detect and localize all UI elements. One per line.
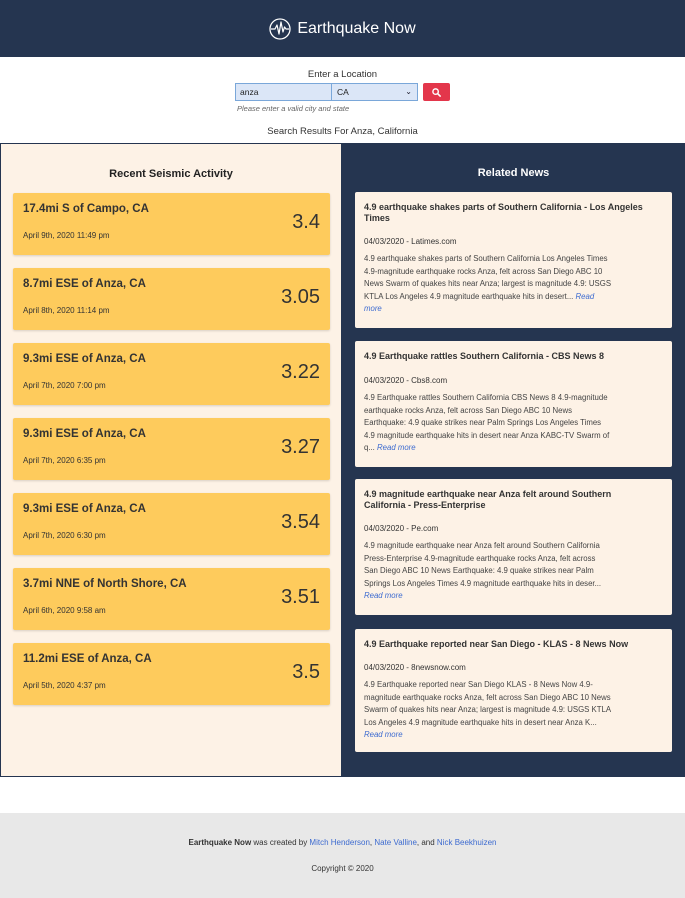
quake-magnitude: 3.05 [281, 286, 320, 308]
news-body-line: 4.9 earthquake shakes parts of Southern … [364, 254, 608, 263]
news-title[interactable]: 4.9 Earthquake reported near San Diego -… [364, 639, 654, 650]
news-body-line: Swarm of quakes hits near Anza; largest … [364, 705, 612, 714]
footer-brand: Earthquake Now [188, 838, 252, 847]
quake-location: 3.7mi NNE of North Shore, CA [23, 578, 187, 590]
search-results-title: Search Results For Anza, California [267, 126, 418, 137]
news-body-line: Los Angeles 4.9 magnitude earthquake hit… [364, 717, 597, 727]
read-more-link[interactable]: Read more [377, 443, 416, 452]
quake-card[interactable]: 8.7mi ESE of Anza, CA April 8th, 2020 11… [13, 268, 330, 330]
state-select-value: CA [337, 87, 349, 97]
news-body-line: q... Read more [364, 443, 416, 452]
news-body-line: 4.9-magnitude earthquake rocks Anza, fel… [364, 266, 603, 276]
news-body-line: earthquake rocks Anza, felt across San D… [364, 405, 573, 415]
news-body-line: Press-Enterprise 4.9-magnitude earthquak… [364, 553, 596, 563]
quake-magnitude: 3.54 [281, 511, 320, 533]
quake-date: April 7th, 2020 6:30 pm [23, 531, 106, 540]
news-body-line: 4.9 magnitude earthquake hits in desert … [364, 430, 610, 440]
news-body: 4.9 Earthquake rattles Southern Californ… [364, 392, 664, 455]
news-title[interactable]: 4.9 magnitude earthquake near Anza felt … [364, 489, 654, 511]
seismic-panel-title: Recent Seismic Activity [109, 168, 233, 180]
news-source: 04/03/2020 - 8newsnow.com [364, 663, 466, 672]
quake-card[interactable]: 3.7mi NNE of North Shore, CA April 6th, … [13, 568, 330, 630]
news-body-line: Springs Los Angeles Times 4.9 magnitude … [364, 578, 602, 588]
news-body-line: 4.9 magnitude earthquake near Anza felt … [364, 541, 600, 550]
quake-magnitude: 3.51 [281, 586, 320, 608]
quake-card[interactable]: 9.3mi ESE of Anza, CA April 7th, 2020 7:… [13, 343, 330, 405]
chevron-down-icon: ⌄ [405, 87, 412, 96]
news-source: 04/03/2020 - Latimes.com [364, 237, 457, 246]
news-card[interactable]: 4.9 earthquake shakes parts of Southern … [355, 192, 672, 328]
news-body-line: News Swarm of quakes hits near Anza; lar… [364, 279, 612, 288]
quake-card[interactable]: 11.2mi ESE of Anza, CA April 5th, 2020 4… [13, 643, 330, 705]
author-link-mitch[interactable]: Mitch Henderson [309, 838, 369, 847]
quake-location: 9.3mi ESE of Anza, CA [23, 353, 146, 365]
news-body-line: Earthquake: 4.9 quake strikes near Palm … [364, 418, 602, 427]
news-body-line: 4.9 Earthquake rattles Southern Californ… [364, 393, 608, 402]
news-card[interactable]: 4.9 magnitude earthquake near Anza felt … [355, 479, 672, 615]
quake-card[interactable]: 9.3mi ESE of Anza, CA April 7th, 2020 6:… [13, 493, 330, 555]
news-body: 4.9 earthquake shakes parts of Southern … [364, 253, 664, 316]
related-news-panel: Related News 4.9 earthquake shakes parts… [342, 143, 685, 777]
read-more-link[interactable]: Read [576, 292, 595, 301]
quake-location: 9.3mi ESE of Anza, CA [23, 503, 146, 515]
quake-location: 9.3mi ESE of Anza, CA [23, 428, 146, 440]
quake-magnitude: 3.27 [281, 436, 320, 458]
top-navbar: Earthquake Now [0, 0, 685, 57]
footer-credits: Earthquake Now was created by Mitch Hend… [188, 838, 497, 847]
city-input[interactable]: anza [235, 83, 333, 101]
app-title: Earthquake Now [297, 19, 416, 37]
news-card[interactable]: 4.9 Earthquake rattles Southern Californ… [355, 341, 672, 467]
news-panel-title: Related News [477, 167, 550, 179]
quake-date: April 5th, 2020 4:37 pm [23, 681, 106, 690]
seismograph-logo-icon [269, 17, 291, 40]
search-icon [432, 87, 441, 97]
quake-date: April 7th, 2020 7:00 pm [23, 381, 106, 390]
news-source: 04/03/2020 - Pe.com [364, 524, 439, 533]
validation-hint: Please enter a valid city and state [237, 104, 350, 113]
quake-card[interactable]: 17.4mi S of Campo, CA April 9th, 2020 11… [13, 193, 330, 255]
read-more-link[interactable]: Read more [364, 591, 403, 600]
quake-card[interactable]: 9.3mi ESE of Anza, CA April 7th, 2020 6:… [13, 418, 330, 480]
brand[interactable]: Earthquake Now [269, 17, 416, 40]
news-body-line: KTLA Los Angeles 4.9 magnitude earthquak… [364, 291, 595, 301]
read-more-link[interactable]: more [364, 304, 382, 313]
quake-date: April 9th, 2020 11:49 pm [23, 231, 110, 240]
news-card[interactable]: 4.9 Earthquake reported near San Diego -… [355, 629, 672, 752]
news-body-line: San Diego ABC 10 News Earthquake: 4.9 qu… [364, 566, 594, 575]
copyright: Copyright © 2020 [311, 864, 374, 873]
author-link-nick[interactable]: Nick Beekhuizen [437, 838, 497, 847]
author-link-nate[interactable]: Nate Valline [374, 838, 417, 847]
location-label: Enter a Location [307, 69, 378, 80]
quake-magnitude: 3.22 [281, 361, 320, 383]
news-body-line: 4.9 Earthquake reported near San Diego K… [364, 680, 593, 689]
news-title[interactable]: 4.9 Earthquake rattles Southern Californ… [364, 351, 654, 362]
news-body: 4.9 Earthquake reported near San Diego K… [364, 679, 664, 742]
footer: Earthquake Now was created by Mitch Hend… [0, 813, 685, 898]
quake-date: April 6th, 2020 9:58 am [23, 606, 106, 615]
quake-magnitude: 3.4 [292, 211, 320, 233]
quake-location: 8.7mi ESE of Anza, CA [23, 278, 146, 290]
news-title[interactable]: 4.9 earthquake shakes parts of Southern … [364, 202, 654, 224]
quake-date: April 7th, 2020 6:35 pm [23, 456, 106, 465]
news-body: 4.9 magnitude earthquake near Anza felt … [364, 540, 664, 603]
state-select[interactable]: CA ⌄ [331, 83, 418, 101]
seismic-activity-panel: Recent Seismic Activity 17.4mi S of Camp… [0, 143, 342, 777]
news-body-line: magnitude earthquake rocks Anza, felt ac… [364, 692, 611, 702]
quake-date: April 8th, 2020 11:14 pm [23, 306, 110, 315]
search-button[interactable] [423, 83, 450, 101]
quake-magnitude: 3.5 [292, 661, 320, 683]
quake-location: 11.2mi ESE of Anza, CA [23, 653, 152, 665]
read-more-link[interactable]: Read more [364, 730, 403, 739]
news-source: 04/03/2020 - Cbs8.com [364, 376, 448, 385]
quake-location: 17.4mi S of Campo, CA [23, 203, 149, 215]
search-section: Enter a Location anza CA ⌄ Please enter … [0, 57, 685, 143]
